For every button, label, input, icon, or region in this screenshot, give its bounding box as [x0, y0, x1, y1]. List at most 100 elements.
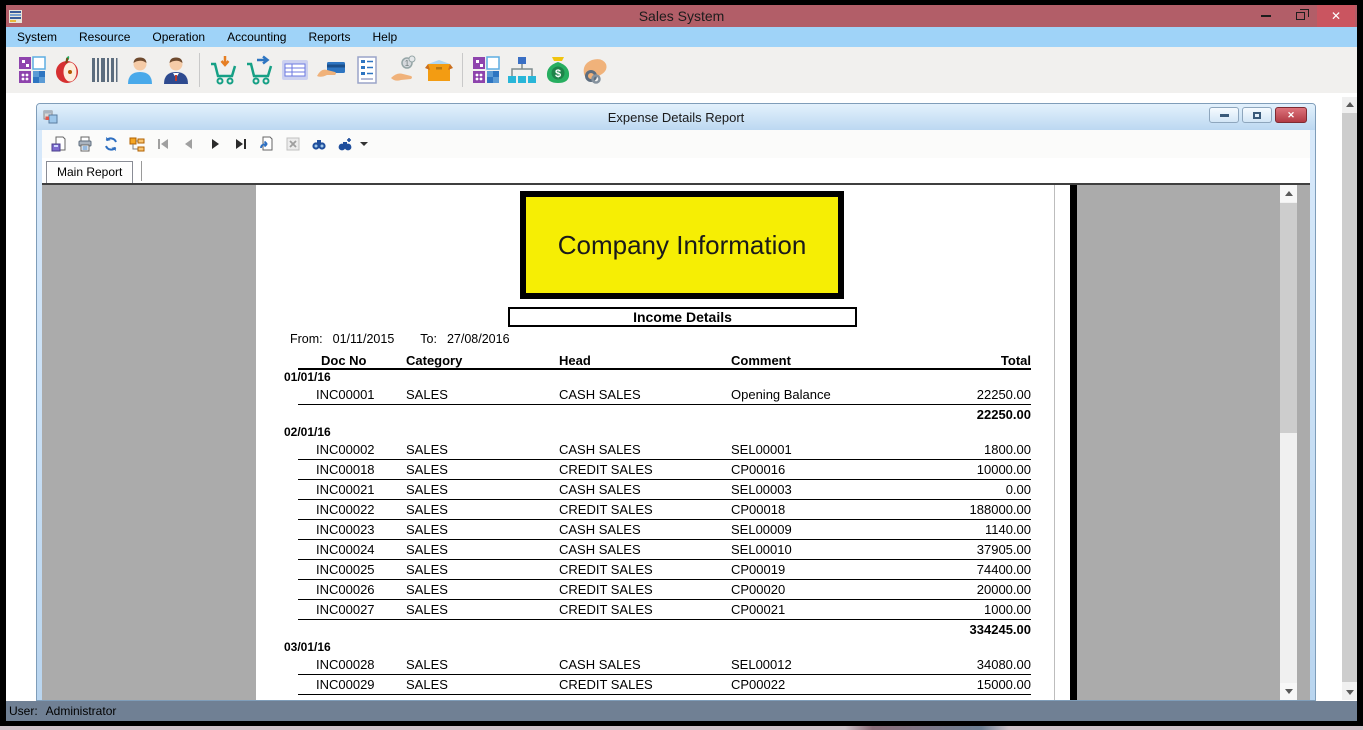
report-table-body: 01/01/16INC00001SALESCASH SALESOpening B… — [298, 370, 1031, 700]
to-value: 27/08/2016 — [447, 332, 510, 346]
report-window: Expense Details Report ✕ — [36, 103, 1316, 701]
card-payment-icon[interactable] — [314, 53, 348, 87]
menu-item-resource[interactable]: Resource — [68, 28, 141, 46]
minimize-icon[interactable] — [1209, 107, 1239, 123]
scroll-up-icon[interactable] — [1342, 97, 1357, 112]
purchase-cart-icon[interactable] — [206, 53, 240, 87]
table-row: INC00001SALESCASH SALESOpening Balance22… — [298, 385, 1031, 405]
page-margin-line — [1054, 185, 1055, 700]
table-row: INC00021SALESCASH SALESSEL000030.00 — [298, 480, 1031, 500]
column-header-head: Head — [559, 353, 731, 368]
next-page-icon[interactable] — [202, 132, 228, 156]
hand-coins-icon[interactable] — [577, 53, 611, 87]
main-toolbar: 1 — [6, 47, 1357, 93]
goto-page-icon[interactable] — [254, 132, 280, 156]
status-bar: User: Administrator — [6, 701, 1357, 721]
invoice-icon[interactable] — [278, 53, 312, 87]
report-title-text: Income Details — [633, 309, 732, 325]
tab-main-report[interactable]: Main Report — [46, 161, 133, 183]
close-icon[interactable]: ✕ — [1275, 107, 1307, 123]
restore-icon[interactable] — [1242, 107, 1272, 123]
group-date: 02/01/16 — [284, 425, 1031, 440]
sales-cart-icon[interactable] — [242, 53, 276, 87]
scrollbar-thumb[interactable] — [1342, 113, 1357, 682]
report-page: Company Information Income Details From:… — [256, 185, 1070, 700]
menu-item-operation[interactable]: Operation — [141, 28, 216, 46]
table-row: INC00025SALESCREDIT SALESCP0001974400.00 — [298, 560, 1031, 580]
report-window-titlebar: Expense Details Report ✕ — [37, 104, 1315, 130]
group-subtotal: 22250.00 — [298, 405, 1031, 425]
menu-item-reports[interactable]: Reports — [297, 28, 361, 46]
toolbar-separator — [199, 53, 200, 87]
menu-item-accounting[interactable]: Accounting — [216, 28, 297, 46]
inventory-box-icon[interactable] — [422, 53, 456, 87]
scroll-up-icon[interactable] — [1280, 185, 1297, 202]
first-page-icon[interactable] — [150, 132, 176, 156]
scrollbar-thumb[interactable] — [1280, 203, 1297, 433]
group-date: 03/01/16 — [284, 640, 1031, 655]
screen: Sales System ✕ SystemResourceOperationAc… — [0, 0, 1363, 730]
table-row: INC00024SALESCASH SALESSEL0001037905.00 — [298, 540, 1031, 560]
receive-payment-icon[interactable]: 1 — [386, 53, 420, 87]
table-row: INC00023SALESCASH SALESSEL000091140.00 — [298, 520, 1031, 540]
print-icon[interactable] — [72, 132, 98, 156]
column-header-category: Category — [406, 353, 559, 368]
last-page-icon[interactable] — [228, 132, 254, 156]
company-header-text: Company Information — [558, 230, 807, 261]
report-window-body: Main Report Company Information Income D… — [42, 130, 1310, 700]
group-date: 01/01/16 — [284, 370, 1031, 385]
company-header-box: Company Information — [520, 191, 844, 299]
column-header-doc-no: Doc No — [298, 353, 406, 368]
table-row: INC00027SALESCREDIT SALESCP000211000.00 — [298, 600, 1031, 620]
to-label: To: — [420, 332, 437, 346]
group-tree-icon[interactable] — [124, 132, 150, 156]
date-range: From: 01/11/2015 To: 27/08/2016 — [290, 332, 536, 346]
zoom-dropdown-caret[interactable] — [360, 142, 368, 146]
close-view-icon[interactable] — [280, 132, 306, 156]
report-table-header: Doc NoCategoryHeadCommentTotal — [298, 353, 1031, 370]
tab-strip: Main Report — [42, 158, 1310, 183]
menu-item-help[interactable]: Help — [361, 28, 408, 46]
page-shadow — [1070, 185, 1077, 700]
report-table: Doc NoCategoryHeadCommentTotal 01/01/16I… — [298, 353, 1031, 700]
column-header-total: Total — [964, 353, 1031, 368]
refresh-icon[interactable] — [98, 132, 124, 156]
employee-icon[interactable] — [159, 53, 193, 87]
scroll-down-icon[interactable] — [1280, 683, 1297, 700]
customer-icon[interactable] — [123, 53, 157, 87]
export-icon[interactable] — [46, 132, 72, 156]
table-row: INC00028SALESCASH SALESSEL0001234080.00 — [298, 655, 1031, 675]
close-icon[interactable]: ✕ — [1317, 5, 1355, 27]
minimize-icon[interactable] — [1249, 5, 1283, 27]
from-value: 01/11/2015 — [333, 332, 395, 346]
org-chart-icon[interactable] — [505, 53, 539, 87]
zoom-icon[interactable] — [332, 132, 358, 156]
from-label: From: — [290, 332, 323, 346]
report-window-title: Expense Details Report — [37, 110, 1315, 125]
modules-alt-icon[interactable] — [469, 53, 503, 87]
barcode-icon[interactable] — [87, 53, 121, 87]
user-value: Administrator — [46, 704, 117, 718]
money-bag-icon[interactable]: $ — [541, 53, 575, 87]
form-icon — [43, 110, 58, 124]
scroll-down-icon[interactable] — [1342, 685, 1357, 700]
apple-icon[interactable] — [51, 53, 85, 87]
previous-page-icon[interactable] — [176, 132, 202, 156]
find-icon[interactable] — [306, 132, 332, 156]
window-title: Sales System — [6, 8, 1357, 24]
modules-icon[interactable] — [15, 53, 49, 87]
report-title-box: Income Details — [508, 307, 857, 327]
svg-text:$: $ — [555, 68, 561, 80]
table-row: INC00030SALESCREDIT SALESCP0002350000.00 — [298, 695, 1031, 700]
table-row: INC00002SALESCASH SALESSEL000011800.00 — [298, 440, 1031, 460]
mdi-vertical-scrollbar[interactable] — [1342, 97, 1357, 700]
menu-item-system[interactable]: System — [6, 28, 68, 46]
restore-icon[interactable] — [1283, 5, 1317, 27]
receipt-icon[interactable] — [350, 53, 384, 87]
viewer-toolbar — [42, 130, 1310, 158]
column-header-comment: Comment — [731, 353, 964, 368]
viewer-vertical-scrollbar[interactable] — [1280, 185, 1297, 700]
table-row: INC00029SALESCREDIT SALESCP0002215000.00 — [298, 675, 1031, 695]
user-label: User: — [9, 704, 38, 718]
tab-separator — [141, 161, 142, 181]
